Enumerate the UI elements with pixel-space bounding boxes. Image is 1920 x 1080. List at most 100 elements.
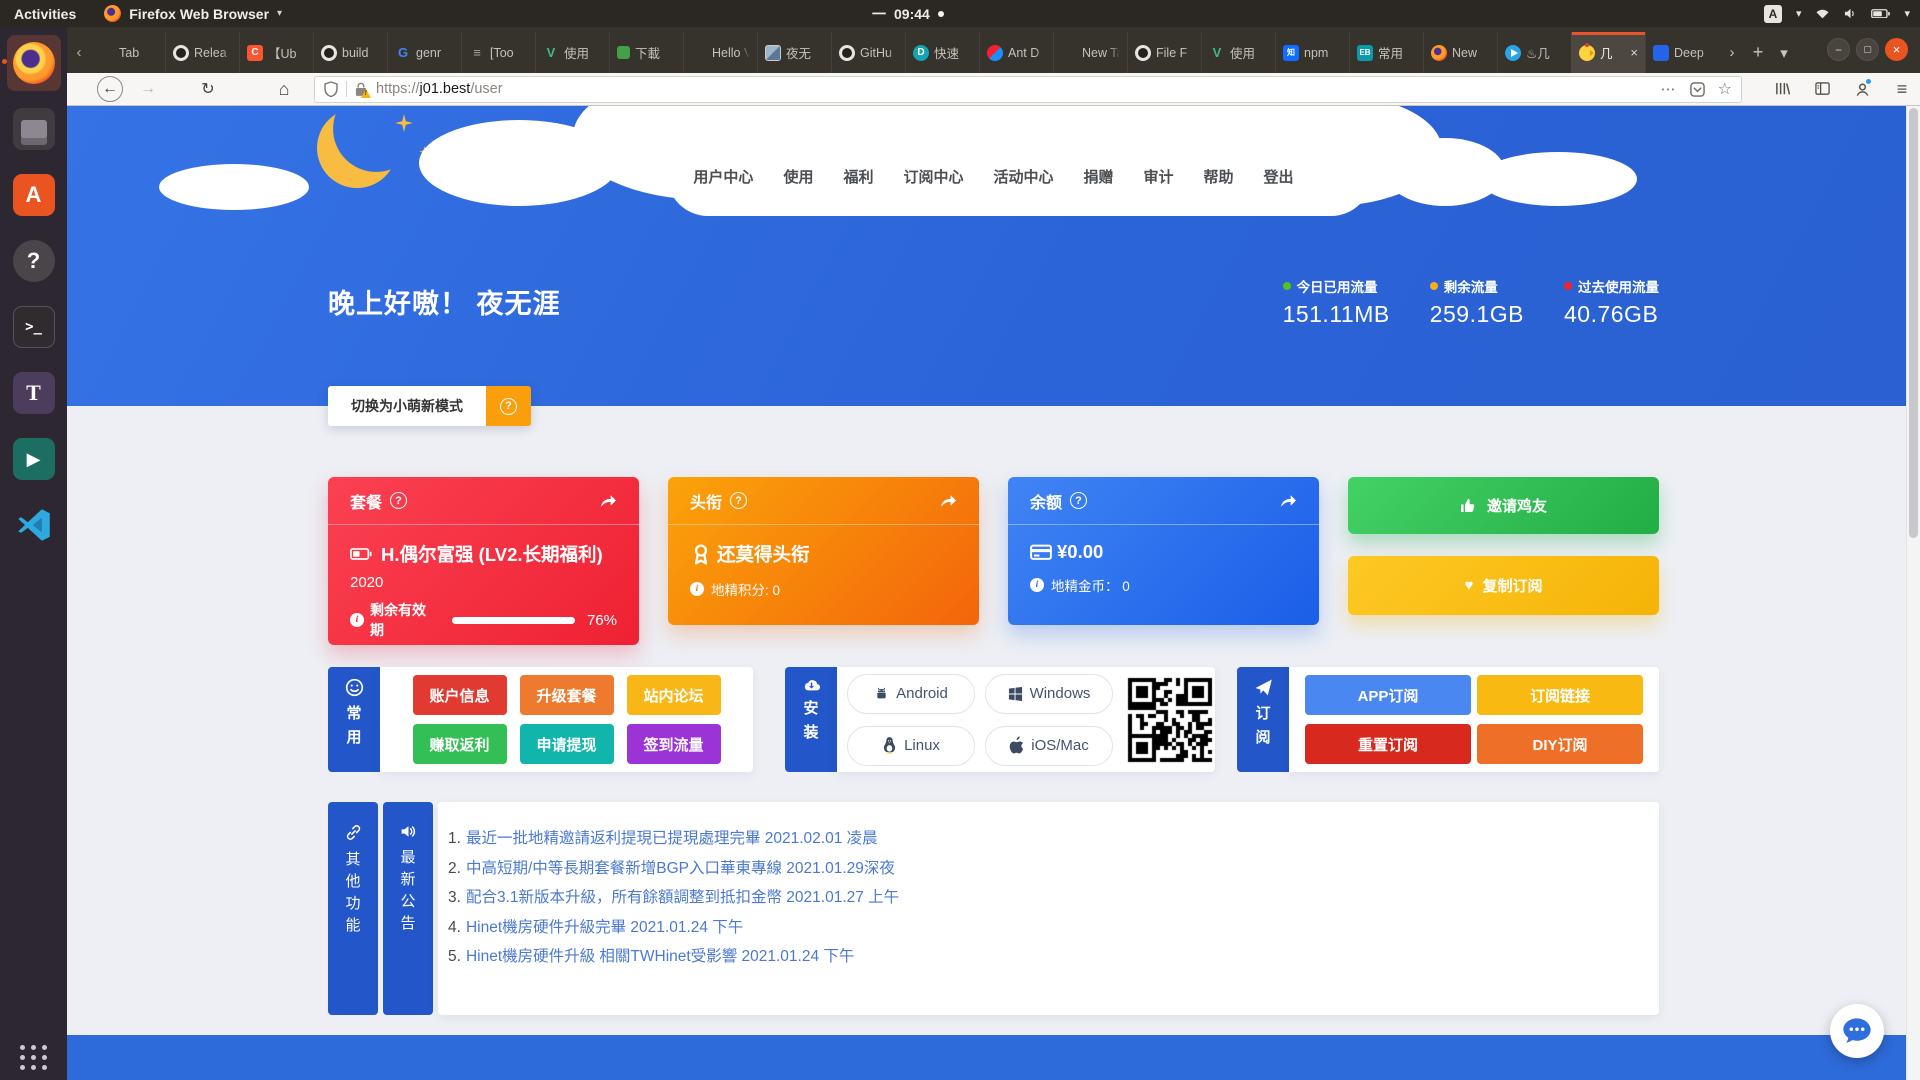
browser-tab[interactable]: 知npm bbox=[1275, 32, 1349, 73]
subscribe-button-订阅链接[interactable]: 订阅链接 bbox=[1477, 675, 1643, 715]
browser-tab[interactable]: build bbox=[313, 32, 387, 73]
nav-item-使用[interactable]: 使用 bbox=[783, 166, 813, 187]
dock-item-sender[interactable]: ▶ bbox=[7, 431, 61, 487]
nav-item-登出[interactable]: 登出 bbox=[1264, 166, 1294, 187]
browser-tab[interactable]: 夜无 bbox=[757, 32, 831, 73]
bookmark-star-icon[interactable]: ☆ bbox=[1718, 79, 1732, 99]
scroll-tabs-left-button[interactable]: ‹ bbox=[67, 32, 91, 73]
tab-quick[interactable]: 常用 bbox=[328, 667, 380, 772]
window-maximize-button[interactable]: ▢ bbox=[1856, 38, 1879, 61]
clock-button[interactable]: 一 09:44 bbox=[872, 0, 944, 27]
browser-tab[interactable]: D快速 bbox=[905, 32, 979, 73]
nav-item-订阅中心[interactable]: 订阅中心 bbox=[903, 166, 963, 187]
announcement-link[interactable]: 配合3.1新版本升級，所有餘額調整到抵扣金幣 2021.01.27 上午 bbox=[466, 889, 899, 906]
window-close-button[interactable]: × bbox=[1885, 38, 1908, 61]
subscribe-button-重置订阅[interactable]: 重置订阅 bbox=[1305, 724, 1471, 764]
scroll-tabs-right-button[interactable]: › bbox=[1719, 32, 1745, 73]
app-menu-button[interactable]: Firefox Web Browser ▾ bbox=[104, 5, 282, 22]
nav-item-帮助[interactable]: 帮助 bbox=[1204, 166, 1234, 187]
balance-share-icon[interactable] bbox=[1280, 493, 1297, 508]
browser-tab[interactable]: New Tab bbox=[1053, 32, 1127, 73]
install-button-Android[interactable]: Android bbox=[847, 674, 975, 714]
mode-help-icon[interactable]: ? bbox=[486, 386, 531, 426]
account-icon[interactable] bbox=[1848, 75, 1876, 103]
tab-latest-news[interactable]: 最新公告 bbox=[383, 802, 433, 1015]
browser-tab[interactable]: Ant D bbox=[979, 32, 1053, 73]
back-button[interactable]: ← bbox=[92, 75, 128, 103]
browser-tab[interactable]: 几× bbox=[1571, 32, 1645, 73]
home-button[interactable]: ⌂ bbox=[266, 75, 302, 103]
dock-item-vscode[interactable] bbox=[7, 497, 61, 553]
switch-mode-button[interactable]: 切换为小萌新模式 ? bbox=[328, 386, 531, 426]
announcement-link[interactable]: 中高短期/中等長期套餐新增BGP入口華東專線 2021.01.29深夜 bbox=[466, 860, 895, 877]
shield-icon[interactable] bbox=[324, 81, 338, 97]
browser-tab[interactable]: V使用 bbox=[1201, 32, 1275, 73]
browser-tab[interactable]: Ggenr bbox=[387, 32, 461, 73]
dock-item-firefox[interactable] bbox=[7, 35, 61, 91]
rank-share-icon[interactable] bbox=[940, 493, 957, 508]
close-tab-icon[interactable]: × bbox=[1628, 45, 1638, 60]
announcement-link[interactable]: 最近一批地精邀請返利提現已提現處理完畢 2021.02.01 凌晨 bbox=[466, 830, 878, 847]
input-method-icon[interactable]: A bbox=[1764, 5, 1782, 23]
dock-item-terminal[interactable]: >_ bbox=[7, 299, 61, 355]
battery-icon[interactable] bbox=[1871, 9, 1890, 19]
browser-tab[interactable]: V使用 bbox=[535, 32, 609, 73]
nav-item-捐赠[interactable]: 捐赠 bbox=[1084, 166, 1114, 187]
install-button-Linux[interactable]: Linux bbox=[847, 726, 975, 766]
browser-tab[interactable]: ♨几 bbox=[1497, 32, 1571, 73]
subscribe-button-APP订阅[interactable]: APP订阅 bbox=[1305, 675, 1471, 715]
browser-tab[interactable]: C【Ub bbox=[239, 32, 313, 73]
browser-tab[interactable]: New bbox=[1423, 32, 1497, 73]
nav-item-用户中心[interactable]: 用户中心 bbox=[693, 166, 753, 187]
nav-item-活动中心[interactable]: 活动中心 bbox=[993, 166, 1053, 187]
announcement-link[interactable]: Hinet機房硬件升級完畢 2021.01.24 下午 bbox=[466, 919, 743, 936]
nav-item-福利[interactable]: 福利 bbox=[843, 166, 873, 187]
library-icon[interactable] bbox=[1768, 75, 1796, 103]
browser-tab[interactable]: 下載 bbox=[609, 32, 683, 73]
browser-tab[interactable]: Tab bbox=[91, 32, 165, 73]
quick-button-申请提现[interactable]: 申请提现 bbox=[520, 724, 614, 764]
dock-item-ubuntu-software[interactable]: A bbox=[7, 167, 61, 223]
volume-icon[interactable] bbox=[1844, 8, 1857, 19]
plan-help-icon[interactable]: ? bbox=[390, 492, 407, 509]
quick-button-站内论坛[interactable]: 站内论坛 bbox=[627, 675, 721, 715]
lock-warning-icon[interactable] bbox=[355, 82, 367, 97]
tab-other-functions[interactable]: 其他功能 bbox=[328, 802, 378, 1015]
browser-tab[interactable]: ≡[Too bbox=[461, 32, 535, 73]
invite-button[interactable]: 邀请鸡友 bbox=[1348, 477, 1659, 534]
reload-button[interactable]: ↻ bbox=[190, 75, 226, 103]
url-bar[interactable]: https://j01.best/user ⋯ ☆ bbox=[314, 76, 1742, 103]
quick-button-账户信息[interactable]: 账户信息 bbox=[413, 675, 507, 715]
page-actions-icon[interactable]: ⋯ bbox=[1661, 80, 1677, 98]
pocket-icon[interactable] bbox=[1690, 82, 1705, 97]
install-button-iOS/Mac[interactable]: iOS/Mac bbox=[985, 726, 1113, 766]
copy-subscription-button[interactable]: ♥ 复制订阅 bbox=[1348, 556, 1659, 615]
sidebar-icon[interactable] bbox=[1808, 75, 1836, 103]
dock-item-help[interactable]: ? bbox=[7, 233, 61, 289]
browser-tab[interactable]: GitHu bbox=[831, 32, 905, 73]
dock-item-files[interactable] bbox=[7, 101, 61, 157]
subscribe-button-DIY订阅[interactable]: DIY订阅 bbox=[1477, 724, 1643, 764]
forward-button[interactable]: → bbox=[130, 75, 166, 103]
new-tab-button[interactable]: + bbox=[1745, 32, 1771, 73]
network-icon[interactable] bbox=[1815, 8, 1830, 19]
chat-button[interactable] bbox=[1830, 1004, 1884, 1058]
quick-button-签到流量[interactable]: 签到流量 bbox=[627, 724, 721, 764]
tab-subscribe[interactable]: 订阅 bbox=[1237, 667, 1289, 772]
browser-tab[interactable]: Deep bbox=[1645, 32, 1719, 73]
announcement-link[interactable]: Hinet機房硬件升級 相關TWHinet受影響 2021.01.24 下午 bbox=[466, 948, 854, 965]
show-applications-button[interactable] bbox=[20, 1045, 48, 1070]
browser-tab[interactable]: Hello Vu bbox=[683, 32, 757, 73]
tab-install[interactable]: 安装 bbox=[785, 667, 837, 772]
quick-button-赚取返利[interactable]: 赚取返利 bbox=[413, 724, 507, 764]
plan-share-icon[interactable] bbox=[600, 493, 617, 508]
rank-help-icon[interactable]: ? bbox=[730, 492, 747, 509]
scrollbar-thumb[interactable] bbox=[1909, 108, 1918, 538]
browser-tab[interactable]: File F bbox=[1127, 32, 1201, 73]
system-caret-down-icon[interactable]: ▾ bbox=[1904, 7, 1910, 20]
hamburger-menu-icon[interactable]: ≡ bbox=[1888, 75, 1916, 103]
browser-tab[interactable]: EB常用 bbox=[1349, 32, 1423, 73]
install-button-Windows[interactable]: Windows bbox=[985, 674, 1113, 714]
browser-tab[interactable]: Relea bbox=[165, 32, 239, 73]
dock-item-text-editor[interactable]: T bbox=[7, 365, 61, 421]
